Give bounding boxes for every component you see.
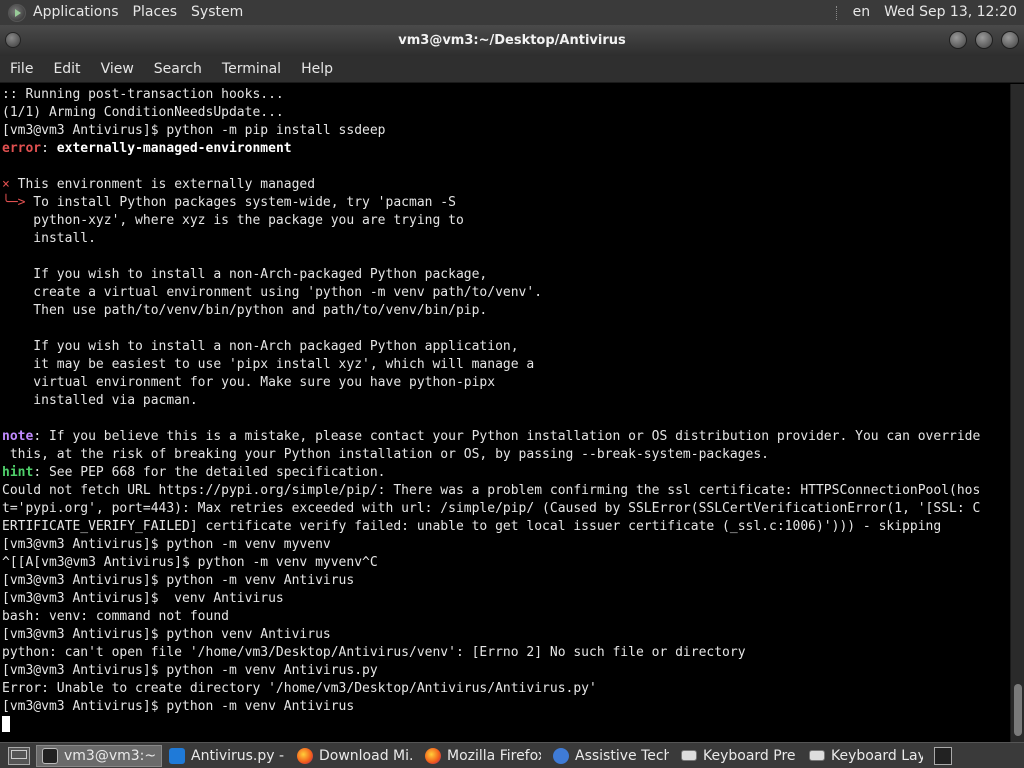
scrollbar-thumb[interactable]: [1014, 684, 1022, 736]
menu-search[interactable]: Search: [144, 56, 212, 83]
menu-edit[interactable]: Edit: [43, 56, 90, 83]
terminal-line: Then use path/to/venv/bin/python and pat…: [2, 303, 488, 318]
keyboard-layout-indicator[interactable]: en: [846, 0, 878, 25]
terminal-line: ╰─> To install Python packages system-wi…: [2, 195, 456, 210]
terminal-line: ERTIFICATE_VERIFY_FAILED] certificate ve…: [2, 519, 942, 534]
keyboard-icon: [681, 750, 697, 761]
terminal-line: hint: See PEP 668 for the detailed speci…: [2, 465, 386, 480]
terminal-line: t='pypi.org', port=443): Max retries exc…: [2, 501, 981, 516]
terminal-line: [vm3@vm3 Antivirus]$ venv Antivirus: [2, 591, 284, 606]
show-desktop-icon[interactable]: [8, 746, 30, 765]
task-terminal[interactable]: vm3@vm3:~/...: [36, 744, 162, 767]
firefox-icon: [297, 747, 313, 764]
task-download[interactable]: Download Mi...: [292, 745, 418, 767]
terminal-line: install.: [2, 231, 96, 246]
terminal-line: [vm3@vm3 Antivirus]$ python venv Antivir…: [2, 627, 331, 642]
terminal-line: × This environment is externally managed: [2, 177, 316, 192]
terminal-line: [vm3@vm3 Antivirus]$ python -m venv myve…: [2, 537, 331, 552]
terminal-line: [vm3@vm3 Antivirus]$ python -m venv Anti…: [2, 699, 355, 714]
error-code: externally-managed-environment: [56, 141, 292, 156]
terminal-line: If you wish to install a non-Arch packag…: [2, 339, 519, 354]
maximize-button[interactable]: [975, 31, 993, 49]
menu-view[interactable]: View: [91, 56, 144, 83]
terminal-prompt-line[interactable]: [2, 716, 1010, 734]
error-prefix: error: [2, 141, 42, 156]
terminal-line: python-xyz', where xyz is the package yo…: [2, 213, 464, 228]
terminal-line: Could not fetch URL https://pypi.org/sim…: [2, 483, 981, 498]
window-title: vm3@vm3:~/Desktop/Antivirus: [398, 33, 626, 48]
task-vscode[interactable]: Antivirus.py - ...: [164, 745, 290, 767]
arrow-mark-icon: ╰─>: [2, 195, 26, 210]
vscode-icon: [169, 747, 185, 764]
terminal-menubar: File Edit View Search Terminal Help: [0, 56, 1024, 83]
tray-separator: [835, 5, 838, 20]
menu-applications[interactable]: Applications: [26, 0, 126, 25]
menu-places[interactable]: Places: [126, 0, 185, 25]
menu-terminal[interactable]: Terminal: [212, 56, 291, 83]
terminal-line: (1/1) Arming ConditionNeedsUpdate...: [2, 105, 284, 120]
task-keyboard-preferences[interactable]: Keyboard Pre...: [676, 745, 802, 767]
terminal-line: bash: venv: command not found: [2, 609, 229, 624]
terminal-line: virtual environment for you. Make sure y…: [2, 375, 496, 390]
task-firefox[interactable]: Mozilla Firefox: [420, 745, 546, 767]
keyboard-icon: [809, 750, 825, 761]
taskbar: vm3@vm3:~/... Antivirus.py - ... Downloa…: [0, 742, 1024, 768]
terminal-line: note: If you believe this is a mistake, …: [2, 429, 981, 444]
task-keyboard-layout[interactable]: Keyboard Lay...: [804, 745, 928, 767]
close-button[interactable]: [1001, 31, 1019, 49]
minimize-button[interactable]: [949, 31, 967, 49]
terminal-line: this, at the risk of breaking your Pytho…: [2, 447, 770, 462]
cross-mark-icon: ×: [2, 177, 10, 192]
terminal-launcher-icon[interactable]: [934, 746, 952, 765]
menu-file[interactable]: File: [0, 56, 43, 83]
text-cursor: [2, 716, 10, 732]
firefox-icon: [425, 747, 441, 764]
window-titlebar[interactable]: vm3@vm3:~/Desktop/Antivirus: [0, 25, 1024, 56]
top-panel: Applications Places System en Wed Sep 13…: [0, 0, 1024, 25]
note-prefix: note: [2, 429, 34, 444]
terminal-line: create a virtual environment using 'pyth…: [2, 285, 543, 300]
hint-prefix: hint: [2, 465, 34, 480]
terminal-line: :: Running post-transaction hooks...: [2, 87, 284, 102]
terminal-line: it may be easiest to use 'pipx install x…: [2, 357, 535, 372]
terminal-line: [vm3@vm3 Antivirus]$ python -m venv Anti…: [2, 573, 355, 588]
terminal-line: installed via pacman.: [2, 393, 198, 408]
accessibility-icon: [553, 747, 569, 764]
menu-help[interactable]: Help: [291, 56, 343, 83]
terminal-line: ^[[A[vm3@vm3 Antivirus]$ python -m venv …: [2, 555, 378, 570]
terminal-line: [vm3@vm3 Antivirus]$ python -m pip insta…: [2, 123, 386, 138]
task-assistive-tech[interactable]: Assistive Tech...: [548, 745, 674, 767]
terminal-line: python: can't open file '/home/vm3/Deskt…: [2, 645, 746, 660]
menu-system[interactable]: System: [184, 0, 250, 25]
terminal-output[interactable]: :: Running post-transaction hooks... (1/…: [0, 84, 1010, 742]
terminal-line: If you wish to install a non-Arch-packag…: [2, 267, 488, 282]
terminal-line: Error: Unable to create directory '/home…: [2, 681, 597, 696]
terminal-scrollbar[interactable]: [1010, 84, 1024, 742]
terminal-line: error: externally-managed-environment: [2, 141, 292, 156]
terminal-icon: [42, 747, 58, 764]
terminal-line: [vm3@vm3 Antivirus]$ python -m venv Anti…: [2, 663, 378, 678]
applications-logo-icon[interactable]: [8, 3, 26, 22]
clock[interactable]: Wed Sep 13, 12:20: [877, 0, 1024, 25]
